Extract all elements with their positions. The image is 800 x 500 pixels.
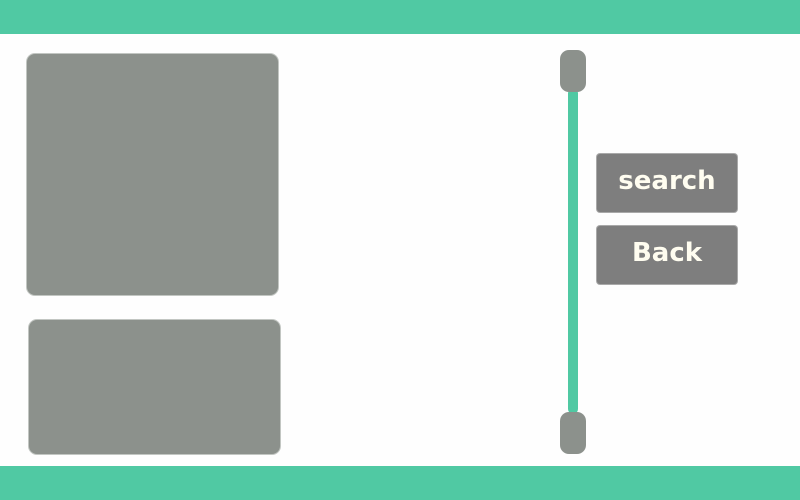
search-button[interactable]: search (597, 154, 737, 212)
slider-handle-top[interactable] (560, 50, 586, 92)
header-bar (0, 0, 800, 34)
slider-track[interactable] (568, 88, 578, 414)
back-button[interactable]: Back (597, 226, 737, 284)
info-panel (29, 320, 280, 454)
slider-handle-bottom[interactable] (560, 412, 586, 454)
image-panel (27, 54, 278, 295)
footer-bar (0, 466, 800, 500)
